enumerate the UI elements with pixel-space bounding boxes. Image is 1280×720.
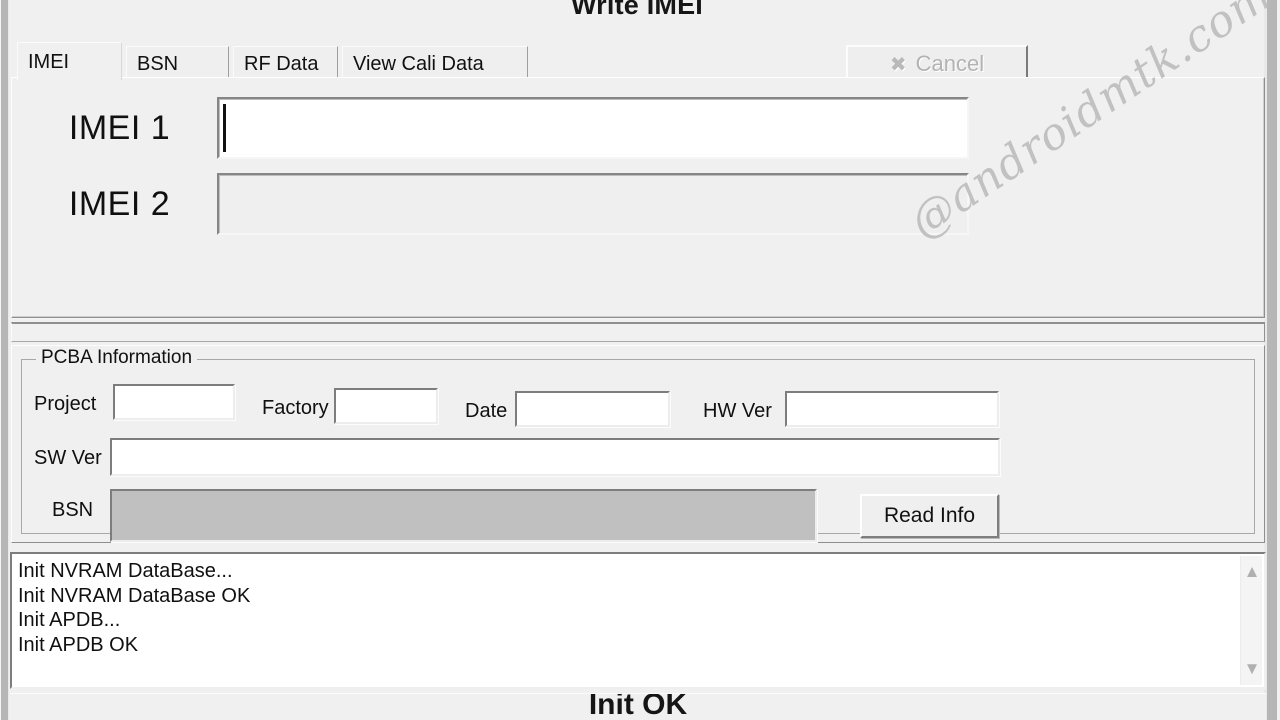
bsn-label: BSN [52, 499, 94, 521]
pcba-group-title: PCBA Information [36, 347, 198, 369]
tab-imei-label: IMEI [28, 51, 70, 73]
tab-rf-data[interactable]: RF Data [233, 46, 338, 78]
imei2-row: IMEI 2 [22, 173, 969, 235]
tab-bsn-label: BSN [137, 53, 179, 75]
log-lines: Init NVRAM DataBase... Init NVRAM DataBa… [18, 559, 1234, 657]
factory-input[interactable] [334, 388, 438, 424]
log-vertical-scrollbar[interactable]: ▲ ▼ [1240, 556, 1262, 685]
pcba-panel: PCBA Information Project Factory Date HW… [11, 345, 1265, 543]
imei1-row: IMEI 1 [22, 97, 969, 159]
chevron-up-icon[interactable]: ▲ [1241, 560, 1263, 584]
hw-ver-input[interactable] [785, 391, 999, 427]
write-imei-window: Write IMEI IMEI BSN RF Data View Cali Da… [0, 0, 1280, 720]
date-label: Date [465, 400, 508, 422]
project-input[interactable] [113, 384, 235, 420]
read-info-button[interactable]: Read Info [860, 494, 999, 538]
log-line: Init APDB OK [18, 633, 139, 656]
tab-host: IMEI BSN RF Data View Cali Data ✖ Cancel… [11, 40, 1265, 319]
tab-view-cali-data-label: View Cali Data [353, 53, 484, 75]
window-frame-right [1264, 0, 1280, 720]
status-text: Init OK [588, 693, 688, 720]
factory-label: Factory [262, 397, 329, 419]
log-line: Init NVRAM DataBase OK [18, 584, 251, 607]
x-cross-icon: ✖ [889, 53, 907, 76]
tab-view-cali-data[interactable]: View Cali Data [342, 46, 528, 78]
tab-imei[interactable]: IMEI [17, 42, 122, 80]
pcba-groupbox: PCBA Information Project Factory Date HW… [21, 347, 1255, 542]
tab-strip: IMEI BSN RF Data View Cali Data ✖ Cancel [11, 40, 1265, 83]
status-bar: Init OK [10, 693, 1266, 720]
bsn-input [110, 489, 817, 542]
cancel-button-label: Cancel [915, 51, 985, 76]
chevron-down-icon[interactable]: ▼ [1241, 657, 1263, 681]
imei2-label: IMEI 2 [68, 184, 171, 223]
project-label: Project [34, 393, 97, 415]
hw-ver-label: HW Ver [703, 400, 772, 422]
text-caret [223, 104, 226, 152]
imei2-input [217, 173, 969, 235]
sw-ver-label: SW Ver [34, 447, 102, 469]
window-frame-left [0, 0, 9, 720]
sw-ver-input[interactable] [110, 438, 1000, 476]
read-info-button-label: Read Info [883, 504, 976, 527]
date-input[interactable] [515, 391, 670, 427]
panel-divider [11, 322, 1265, 342]
tab-bsn[interactable]: BSN [126, 46, 229, 78]
tab-rf-data-label: RF Data [244, 53, 319, 75]
log-line: Init NVRAM DataBase... [18, 560, 233, 582]
title-bar: Write IMEI [10, 0, 1264, 30]
page-title: Write IMEI [570, 0, 704, 20]
imei1-label: IMEI 1 [68, 108, 171, 147]
tab-panel-imei: IMEI 1 IMEI 2 [11, 77, 1265, 319]
log-output-panel[interactable]: Init NVRAM DataBase... Init NVRAM DataBa… [10, 552, 1266, 689]
imei1-input[interactable] [217, 97, 969, 159]
log-line: Init APDB... [18, 609, 121, 631]
